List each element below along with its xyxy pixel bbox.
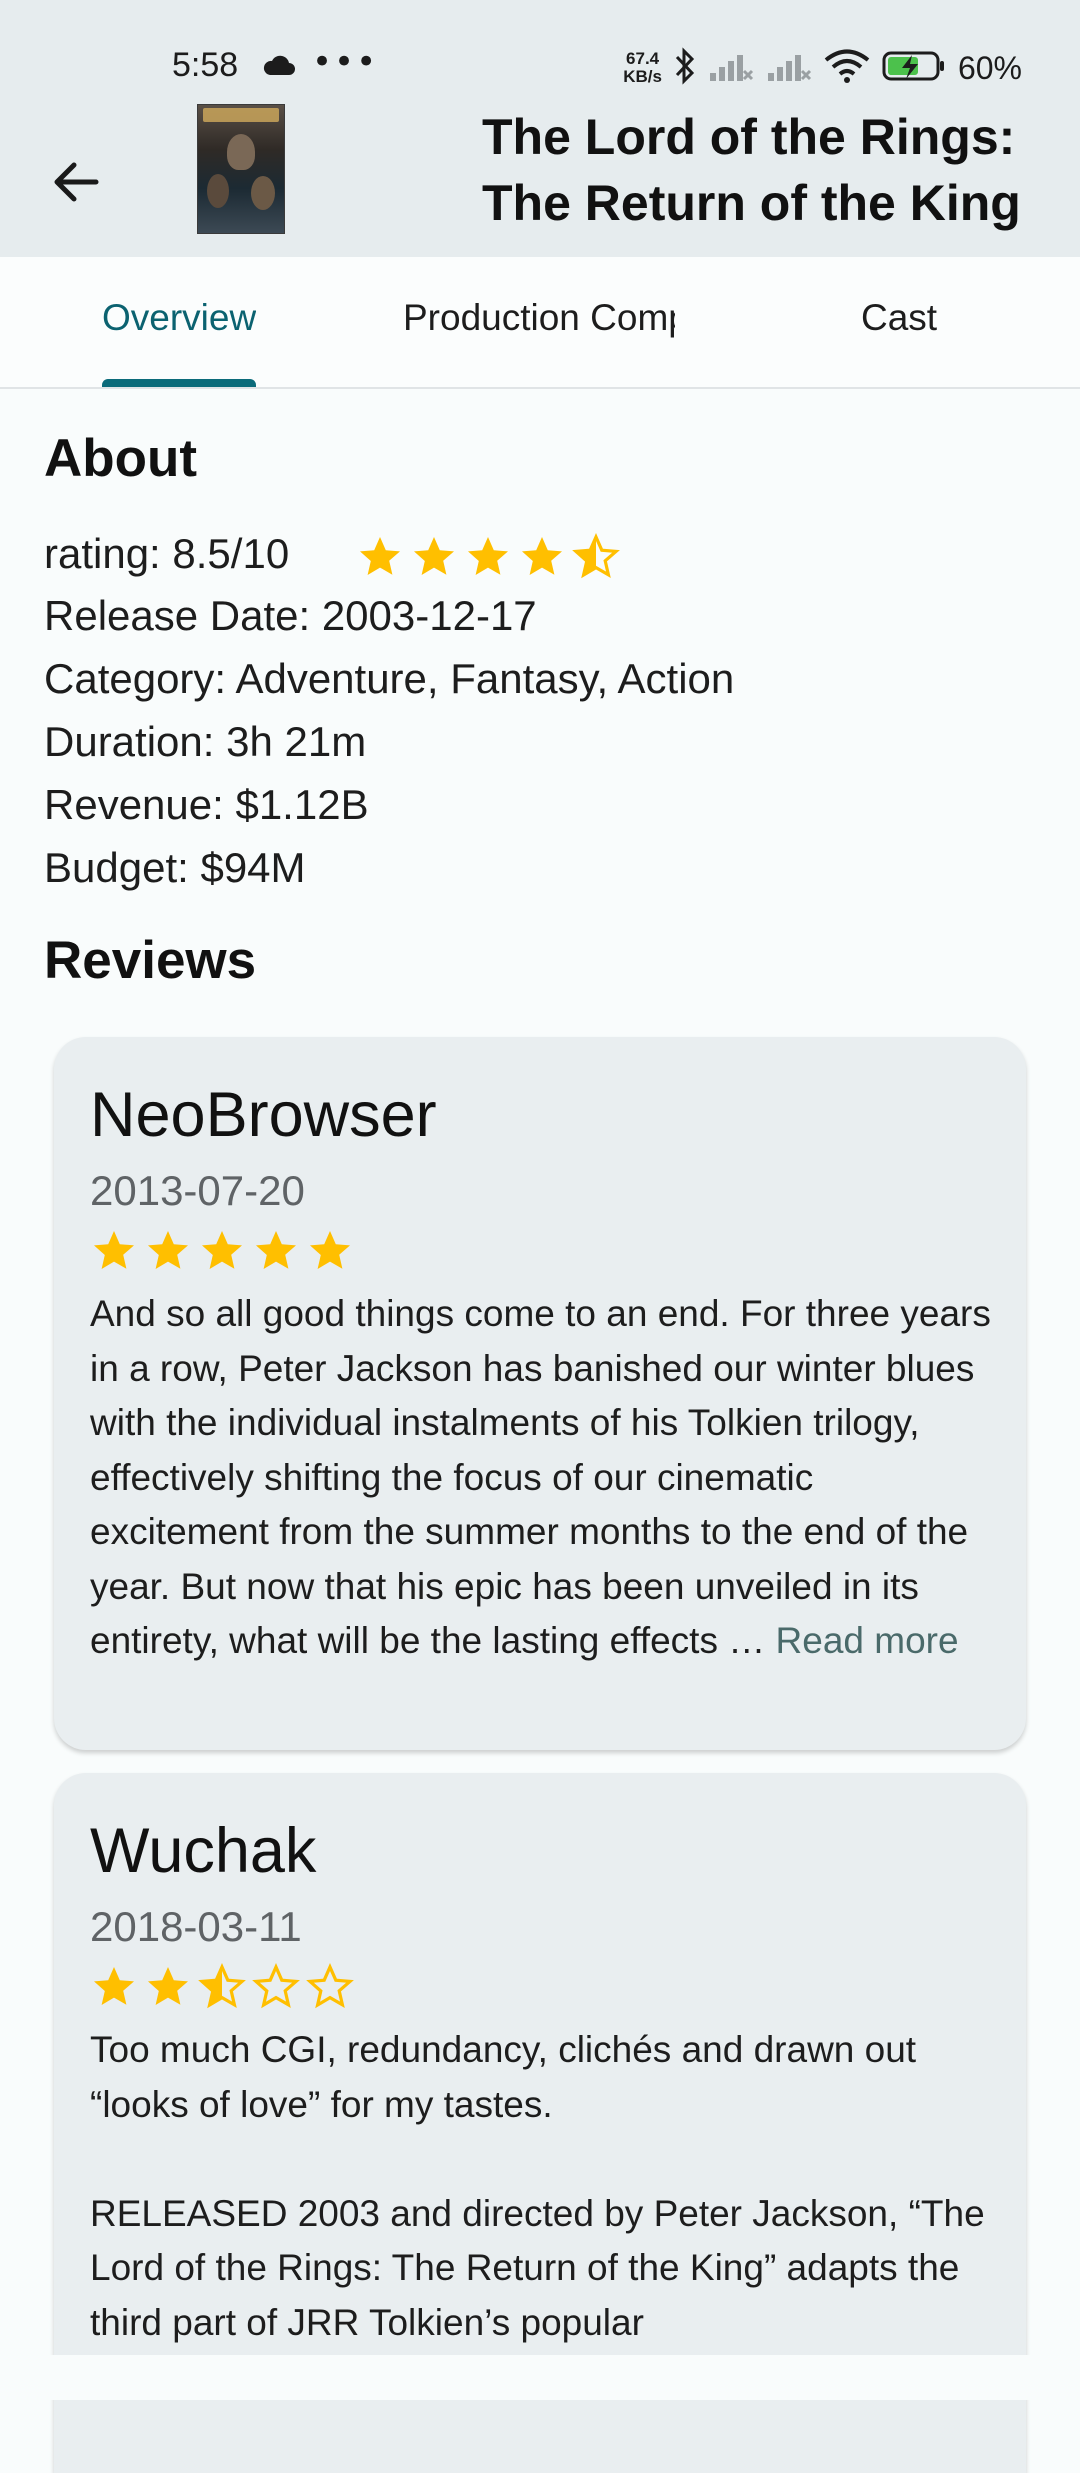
tab-indicator [102,379,256,387]
star-full-icon [310,1231,350,1269]
review-text: Too much CGI, redundancy, clichés and dr… [90,2029,985,2343]
review-body: And so all good things come to an end. F… [90,1293,991,1661]
budget: Budget: $94M [44,844,306,891]
star-half-icon [572,533,620,579]
review-stars [90,1227,354,1275]
cloud-icon [262,54,296,80]
tab-cast[interactable]: Cast [861,297,937,339]
release-date: Release Date: 2003-12-17 [44,592,537,639]
star-full-icon [522,537,562,575]
star-full-icon [94,1231,134,1269]
back-button[interactable] [44,150,108,214]
star-full-icon [256,1231,296,1269]
poster-logo [203,108,279,122]
star-empty-icon [252,1963,300,2009]
revenue: Revenue: $1.12B [44,781,369,828]
arrow-left-icon [54,162,99,202]
status-bar: 5:58 ••• 67.4 KB/s 60% [0,0,1080,100]
status-time: 5:58 [172,46,239,84]
poster-figure [227,134,255,170]
signal-icon-2 [766,49,812,87]
more-notifications-icon: ••• [312,42,379,82]
battery-icon [882,49,946,87]
poster-figure [251,176,275,210]
review-stars [90,1963,354,2011]
review-author: NeoBrowser [90,1080,437,1150]
app-bar: 5:58 ••• 67.4 KB/s 60% The Lord of the R… [0,0,1080,257]
read-more-link[interactable]: Read more [776,1620,959,1661]
star-full-icon [148,1967,188,2005]
star-empty-icon [306,1963,354,2009]
star-full-icon [94,1967,134,2005]
star-full-icon [414,537,454,575]
review-date: 2013-07-20 [90,1167,305,1214]
review-text: And so all good things come to an end. F… [90,1287,1000,1669]
wifi-icon [824,49,870,87]
star-half-icon [198,1963,246,2009]
star-full-icon [360,537,400,575]
star-full-icon [468,537,508,575]
review-author: Wuchak [90,1816,317,1886]
tab-production-companies[interactable]: Production Companies [403,297,675,339]
reviews-heading: Reviews [44,931,257,990]
network-speed-unit: KB/s [623,67,662,86]
star-full-icon [202,1231,242,1269]
bottom-inset [0,2355,1080,2400]
network-speed: 67.4 KB/s [623,50,662,86]
page-title: The Lord of the Rings: The Return of the… [482,109,1021,231]
duration: Duration: 3h 21m [44,718,367,765]
review-date: 2018-03-11 [90,1903,302,1950]
rating-text: rating: 8.5/10 [44,530,290,577]
about-heading: About [44,429,198,488]
review-card[interactable]: NeoBrowser 2013-07-20 And so all good th… [54,1037,1026,1750]
battery-percent: 60% [957,49,1022,86]
movie-poster [197,104,285,234]
bluetooth-icon [674,47,696,89]
tab-overview[interactable]: Overview [102,297,256,339]
rating-stars [356,533,620,581]
network-speed-value: 67.4 [626,49,660,68]
category: Category: Adventure, Fantasy, Action [44,655,735,702]
poster-figure [207,174,229,208]
signal-icon-1 [708,49,754,87]
tab-bar: Overview Production Companies Cast [0,257,1080,389]
star-full-icon [148,1231,188,1269]
